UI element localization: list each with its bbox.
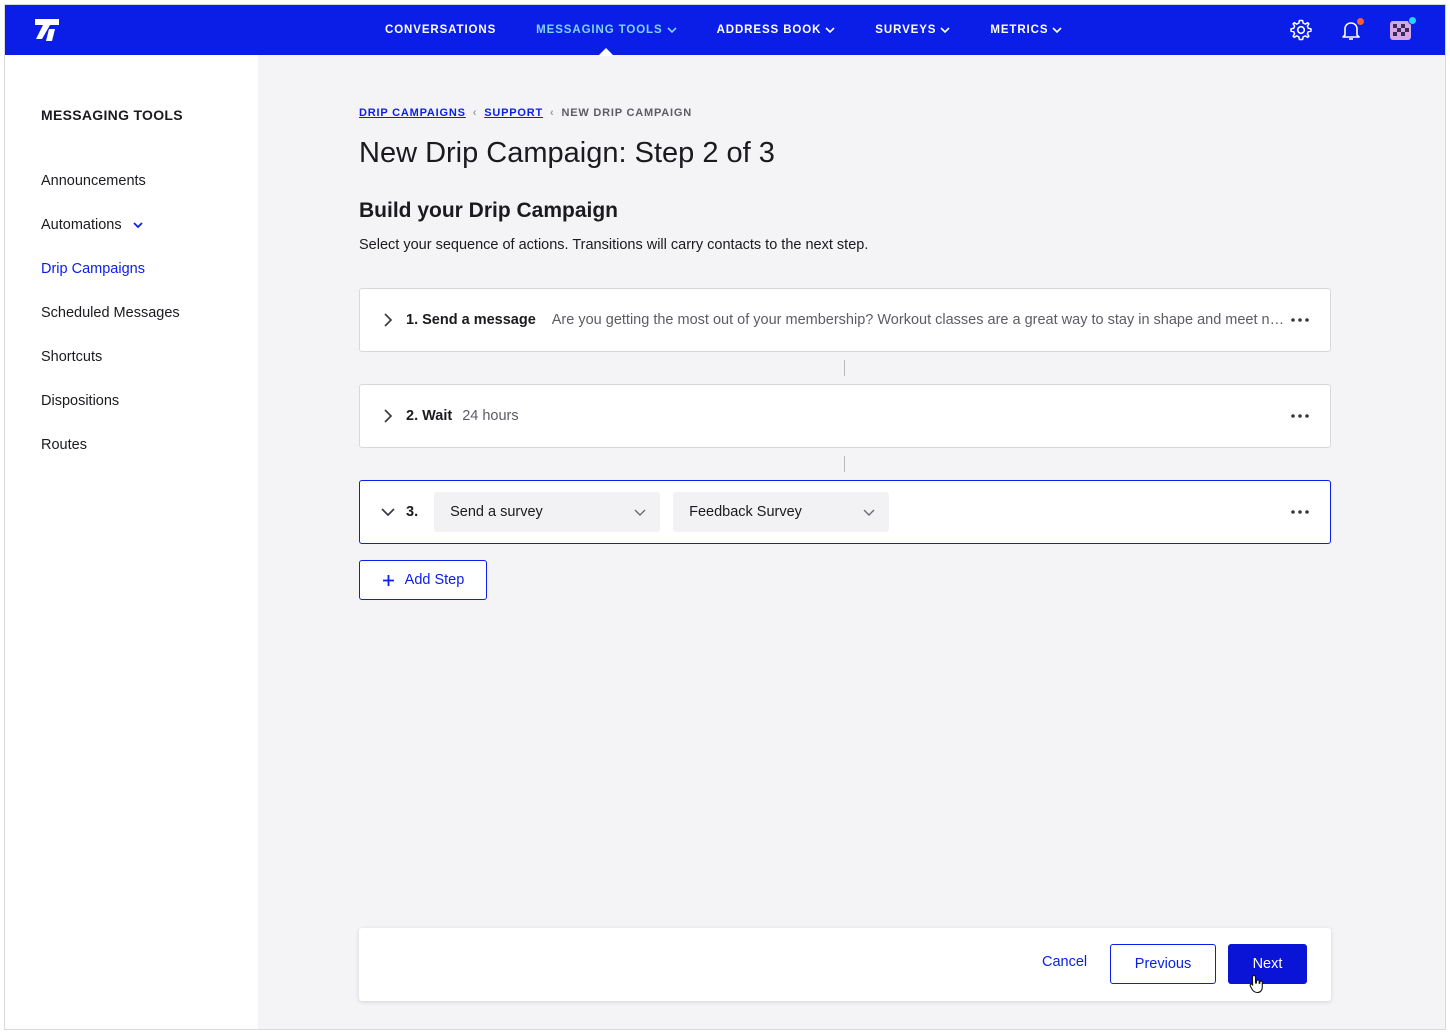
chevron-down-icon	[666, 27, 677, 34]
nav-metrics[interactable]: METRICS	[990, 5, 1062, 55]
step-connector	[844, 360, 845, 376]
chevron-right-icon	[384, 313, 393, 327]
breadcrumb-separator-icon: ‹	[550, 107, 555, 119]
chevron-down-icon	[940, 27, 950, 34]
breadcrumb-link-support[interactable]: SUPPORT	[484, 107, 543, 119]
sidebar-item-drip-campaigns[interactable]: Drip Campaigns	[41, 247, 241, 291]
step-options-button[interactable]	[1288, 406, 1312, 426]
more-horizontal-icon	[1291, 318, 1309, 322]
step-options-button[interactable]	[1288, 502, 1312, 522]
breadcrumb: DRIP CAMPAIGNS ‹ SUPPORT ‹ NEW DRIP CAMP…	[359, 107, 692, 119]
more-horizontal-icon	[1291, 510, 1309, 514]
app-window: CONVERSATIONS MESSAGING TOOLS ADDRESS BO…	[4, 4, 1446, 1030]
logo-icon[interactable]	[33, 17, 63, 43]
chevron-down-icon	[133, 222, 143, 229]
section-description: Select your sequence of actions. Transit…	[359, 237, 869, 253]
active-indicator	[598, 48, 615, 56]
add-step-button[interactable]: Add Step	[359, 560, 487, 600]
notifications-button[interactable]	[1337, 16, 1365, 44]
sidebar-item-dispositions[interactable]: Dispositions	[41, 379, 241, 423]
chevron-down-icon	[381, 508, 395, 517]
sidebar-item-routes[interactable]: Routes	[41, 423, 241, 467]
more-horizontal-icon	[1291, 414, 1309, 418]
previous-button[interactable]: Previous	[1110, 944, 1216, 984]
step-detail: Are you getting the most out of your mem…	[551, 312, 1292, 328]
nav-conversations[interactable]: CONVERSATIONS	[385, 5, 496, 55]
sidebar-item-announcements[interactable]: Announcements	[41, 159, 241, 203]
step-label: 1. Send a message	[406, 312, 536, 328]
step-options-button[interactable]	[1288, 310, 1312, 330]
nav-address-book[interactable]: ADDRESS BOOK	[717, 5, 836, 55]
nav-surveys[interactable]: SURVEYS	[875, 5, 950, 55]
nav-messaging-tools[interactable]: MESSAGING TOOLS	[536, 5, 677, 56]
expand-step-button[interactable]	[378, 310, 398, 330]
chevron-down-icon	[634, 509, 646, 516]
top-nav: CONVERSATIONS MESSAGING TOOLS ADDRESS BO…	[5, 5, 1445, 56]
sidebar-list: Announcements Automations Drip Campaigns…	[41, 159, 241, 467]
user-avatar-button[interactable]	[1387, 16, 1417, 44]
action-type-select[interactable]: Send a survey	[434, 492, 661, 532]
section-title: Build your Drip Campaign	[359, 199, 619, 222]
step-label: 2. Wait	[406, 408, 453, 424]
sidebar-title: MESSAGING TOOLS	[41, 107, 183, 123]
gear-icon	[1290, 19, 1312, 41]
breadcrumb-separator-icon: ‹	[472, 107, 478, 119]
step-card-2[interactable]: 2. Wait 24 hours	[359, 384, 1331, 448]
step-detail: 24 hours	[462, 408, 519, 424]
chevron-down-icon	[1052, 27, 1062, 34]
expand-step-button[interactable]	[378, 406, 398, 426]
page-title: New Drip Campaign: Step 2 of 3	[359, 137, 775, 169]
collapse-step-button[interactable]	[378, 502, 398, 522]
wizard-footer: Cancel Previous Next	[359, 928, 1331, 1001]
plus-icon	[382, 574, 394, 586]
breadcrumb-link-drip-campaigns[interactable]: DRIP CAMPAIGNS	[359, 107, 466, 119]
avatar-status-dot	[1408, 16, 1417, 25]
sidebar-item-shortcuts[interactable]: Shortcuts	[41, 335, 241, 379]
settings-button[interactable]	[1287, 16, 1315, 44]
step-label: 3.	[406, 504, 419, 520]
sidebar: MESSAGING TOOLS Announcements Automation…	[5, 55, 258, 1029]
step-card-3[interactable]: 3. Send a survey Feedback Survey	[359, 480, 1331, 544]
cancel-button[interactable]: Cancel	[1042, 954, 1087, 970]
chevron-right-icon	[384, 409, 393, 423]
step-connector	[844, 456, 845, 472]
sidebar-item-automations[interactable]: Automations	[41, 203, 241, 247]
notification-dot	[1356, 17, 1365, 26]
sidebar-item-scheduled-messages[interactable]: Scheduled Messages	[41, 291, 241, 335]
survey-select[interactable]: Feedback Survey	[673, 492, 890, 532]
chevron-down-icon	[863, 509, 875, 516]
next-button[interactable]: Next	[1228, 944, 1307, 984]
breadcrumb-current: NEW DRIP CAMPAIGN	[561, 107, 692, 119]
hand-cursor-icon	[1249, 974, 1263, 994]
chevron-down-icon	[825, 27, 835, 34]
step-card-1[interactable]: 1. Send a message Are you getting the mo…	[359, 288, 1331, 352]
